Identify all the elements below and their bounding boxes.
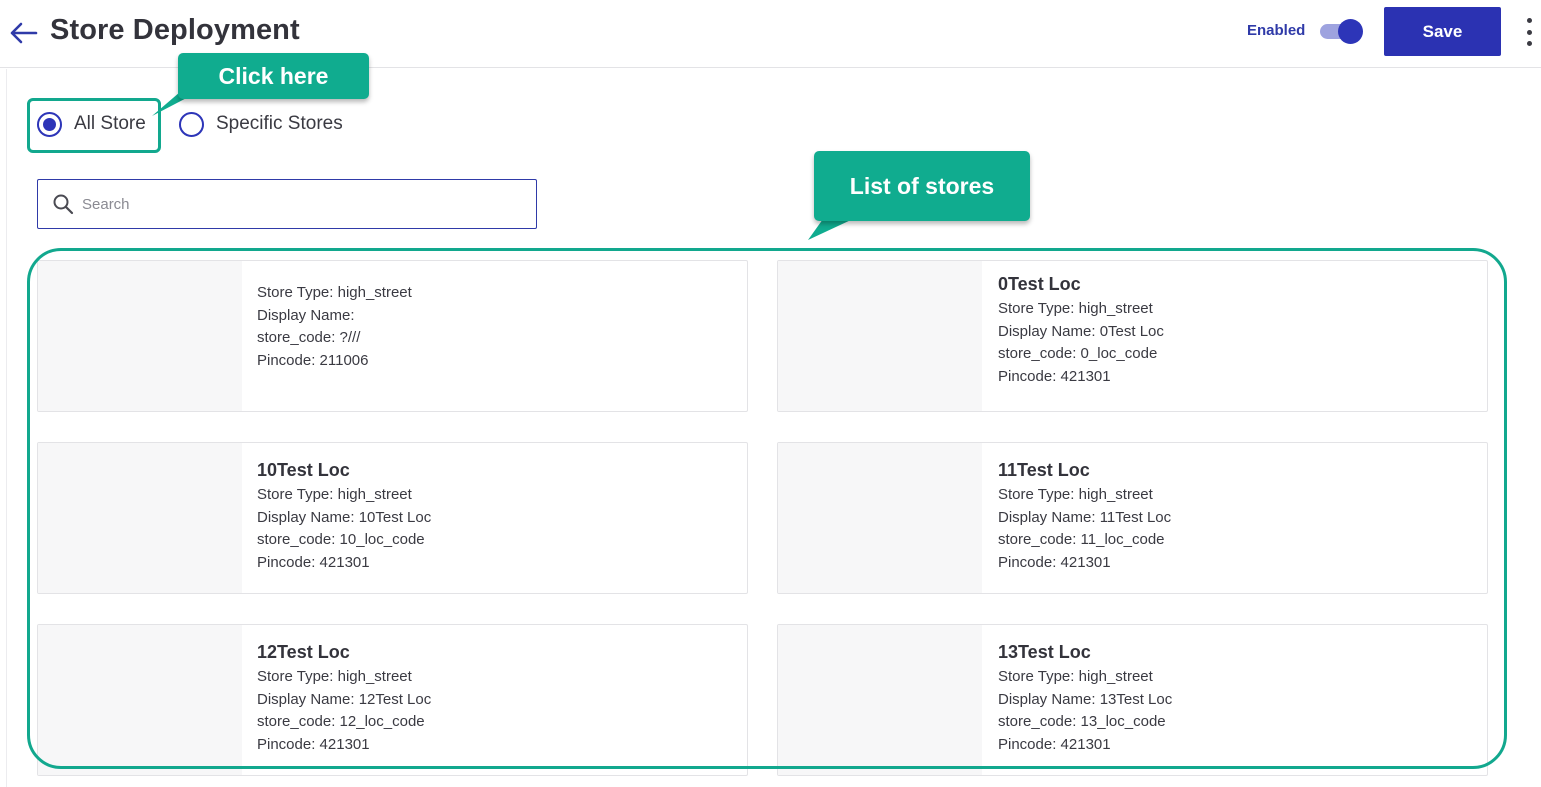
store-info: 12Test Loc Store Type: high_street Displ…: [257, 639, 431, 756]
store-name: 11Test Loc: [998, 460, 1090, 480]
kebab-dot: [1526, 41, 1532, 46]
store-code: store_code: ?///: [257, 329, 361, 346]
store-thumbnail: [38, 625, 242, 775]
radio-specific-stores[interactable]: Specific Stores: [179, 110, 343, 138]
store-display-name: Display Name: 0Test Loc: [998, 322, 1164, 340]
store-type: Store Type: high_street: [257, 668, 412, 685]
store-info: 13Test Loc Store Type: high_street Displ…: [998, 639, 1172, 756]
store-pincode: Pincode: 421301: [257, 553, 370, 571]
radio-circle: [179, 111, 204, 137]
store-code: store_code: 13_loc_code: [998, 713, 1166, 730]
radio-label: All Store: [74, 113, 146, 134]
store-pincode: Pincode: 421301: [998, 735, 1111, 753]
content-divider: [6, 69, 7, 787]
click-here-callout: Click here: [178, 53, 369, 99]
store-display-name: Display Name: 10Test Loc: [257, 508, 432, 526]
search-icon: [53, 194, 74, 215]
radio-label: Specific Stores: [216, 113, 343, 134]
radio-dot: [43, 117, 56, 131]
back-button[interactable]: [6, 16, 40, 50]
store-card[interactable]: Store Type: high_street Display Name: st…: [37, 260, 748, 412]
radio-all-store[interactable]: All Store: [37, 110, 146, 138]
store-info: Store Type: high_street Display Name: st…: [257, 282, 412, 372]
store-card[interactable]: 10Test Loc Store Type: high_street Displ…: [37, 442, 748, 594]
store-name: 12Test Loc: [257, 642, 350, 662]
store-pincode: Pincode: 421301: [998, 367, 1111, 385]
arrow-left-icon: [10, 22, 38, 44]
store-display-name: Display Name: 13Test Loc: [998, 690, 1173, 708]
store-thumbnail: [778, 625, 982, 775]
store-type: Store Type: high_street: [998, 300, 1153, 317]
store-display-name: Display Name:: [257, 306, 355, 324]
store-code: store_code: 12_loc_code: [257, 713, 425, 730]
page-title: Store Deployment: [50, 14, 300, 46]
store-pincode: Pincode: 211006: [257, 351, 369, 369]
store-thumbnail: [38, 261, 242, 411]
store-name: 10Test Loc: [257, 460, 350, 480]
store-type: Store Type: high_street: [998, 486, 1153, 503]
kebab-dot: [1526, 29, 1532, 35]
toggle-knob: [1338, 19, 1363, 44]
store-display-name: Display Name: 11Test Loc: [998, 508, 1172, 526]
radio-circle-selected: [37, 111, 62, 137]
store-card[interactable]: 13Test Loc Store Type: high_street Displ…: [777, 624, 1488, 776]
list-of-stores-callout: List of stores: [814, 151, 1030, 221]
store-type: Store Type: high_street: [257, 284, 412, 301]
store-type: Store Type: high_street: [257, 486, 412, 503]
store-card[interactable]: 12Test Loc Store Type: high_street Displ…: [37, 624, 748, 776]
store-thumbnail: [778, 443, 982, 593]
store-thumbnail: [38, 443, 242, 593]
store-pincode: Pincode: 421301: [998, 553, 1111, 571]
kebab-dot: [1526, 18, 1532, 23]
search-input[interactable]: [82, 195, 502, 213]
store-code: store_code: 11_loc_code: [998, 531, 1165, 548]
store-info: 11Test Loc Store Type: high_street Displ…: [998, 457, 1171, 574]
store-thumbnail: [778, 261, 982, 411]
save-button[interactable]: Save: [1384, 7, 1501, 56]
search-box: [37, 179, 537, 229]
store-card[interactable]: 0Test Loc Store Type: high_street Displa…: [777, 260, 1488, 412]
store-display-name: Display Name: 12Test Loc: [257, 690, 432, 708]
store-name: 13Test Loc: [998, 642, 1091, 662]
store-info: 0Test Loc Store Type: high_street Displa…: [998, 271, 1164, 388]
store-pincode: Pincode: 421301: [257, 735, 370, 753]
store-type: Store Type: high_street: [998, 668, 1153, 685]
store-info: 10Test Loc Store Type: high_street Displ…: [257, 457, 431, 574]
store-code: store_code: 10_loc_code: [257, 531, 425, 548]
enabled-toggle[interactable]: [1318, 19, 1364, 44]
store-code: store_code: 0_loc_code: [998, 345, 1158, 362]
store-card[interactable]: 11Test Loc Store Type: high_street Displ…: [777, 442, 1488, 594]
store-name: 0Test Loc: [998, 274, 1081, 294]
enabled-label: Enabled: [1247, 22, 1306, 39]
more-vertical-icon[interactable]: [1519, 16, 1539, 48]
